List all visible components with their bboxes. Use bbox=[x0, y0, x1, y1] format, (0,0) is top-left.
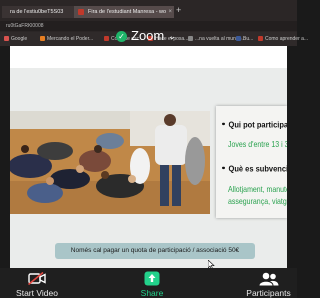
question-who: Qui pot participar? bbox=[222, 119, 287, 130]
video-off-icon bbox=[28, 272, 46, 285]
participants-button[interactable]: Participants bbox=[240, 268, 297, 298]
favicon-icon bbox=[78, 9, 84, 15]
start-video-button[interactable]: Start Video bbox=[8, 268, 66, 298]
chevron-down-icon: ⌄ bbox=[168, 31, 176, 41]
bookmark-item[interactable]: Bu... bbox=[236, 35, 253, 43]
tab-label: Fira de l'estudiant Manresa - wo bbox=[88, 9, 167, 15]
answer-line: Allotjament, manutenció bbox=[228, 186, 287, 195]
bullet-icon bbox=[222, 166, 225, 170]
bookmark-item[interactable]: Mercando el Poder... bbox=[40, 35, 93, 43]
group-photo bbox=[10, 111, 210, 214]
close-icon[interactable]: × bbox=[168, 6, 172, 18]
share-label: Share bbox=[140, 288, 164, 298]
zoom-view-options[interactable]: ✓ Zoom ⌄ bbox=[116, 26, 176, 46]
answer-line: Joves d'entre 13 i 30 any bbox=[228, 141, 287, 150]
bookmark-icon bbox=[188, 36, 193, 41]
bookmark-icon bbox=[40, 36, 45, 41]
browser-tab-inactive[interactable]: ra de l'estiu0beT5S03 × bbox=[2, 6, 80, 18]
slide-header-band bbox=[10, 46, 287, 68]
zoom-label: Zoom bbox=[131, 28, 165, 43]
tab-label: ra de l'estiu0beT5S03 bbox=[10, 9, 64, 15]
bookmark-icon bbox=[236, 36, 241, 41]
bookmark-icon bbox=[4, 36, 9, 41]
start-video-label: Start Video bbox=[16, 288, 58, 298]
meeting-toolbar: Start Video Share Participants bbox=[0, 268, 297, 298]
share-button[interactable]: Share bbox=[132, 268, 172, 298]
shared-screen: Qui pot participar? Joves d'entre 13 i 3… bbox=[10, 46, 287, 268]
participants-icon bbox=[259, 272, 279, 286]
bullet-icon bbox=[222, 122, 225, 126]
bookmark-item[interactable]: Como aprender a... bbox=[258, 35, 308, 43]
url-text: ru0tGaFRKl0008 bbox=[6, 23, 44, 29]
mouse-cursor-icon bbox=[207, 257, 215, 268]
share-screen-icon bbox=[144, 271, 160, 286]
new-tab-button[interactable]: + bbox=[176, 5, 181, 15]
shield-check-icon: ✓ bbox=[116, 31, 127, 42]
bookmark-icon bbox=[104, 36, 109, 41]
bookmark-icon bbox=[258, 36, 263, 41]
info-panel: Qui pot participar? Joves d'entre 13 i 3… bbox=[216, 106, 287, 218]
participants-label: Participants bbox=[246, 288, 291, 298]
answer-line: assegurança, viatge. bbox=[228, 198, 287, 207]
bookmark-item[interactable]: Google bbox=[4, 35, 27, 43]
question-what: Què es subvenciona? bbox=[222, 163, 287, 174]
browser-tab-active[interactable]: Fira de l'estudiant Manresa - wo × bbox=[74, 6, 174, 18]
fee-notice: Només cal pagar un quota de participació… bbox=[55, 243, 255, 259]
